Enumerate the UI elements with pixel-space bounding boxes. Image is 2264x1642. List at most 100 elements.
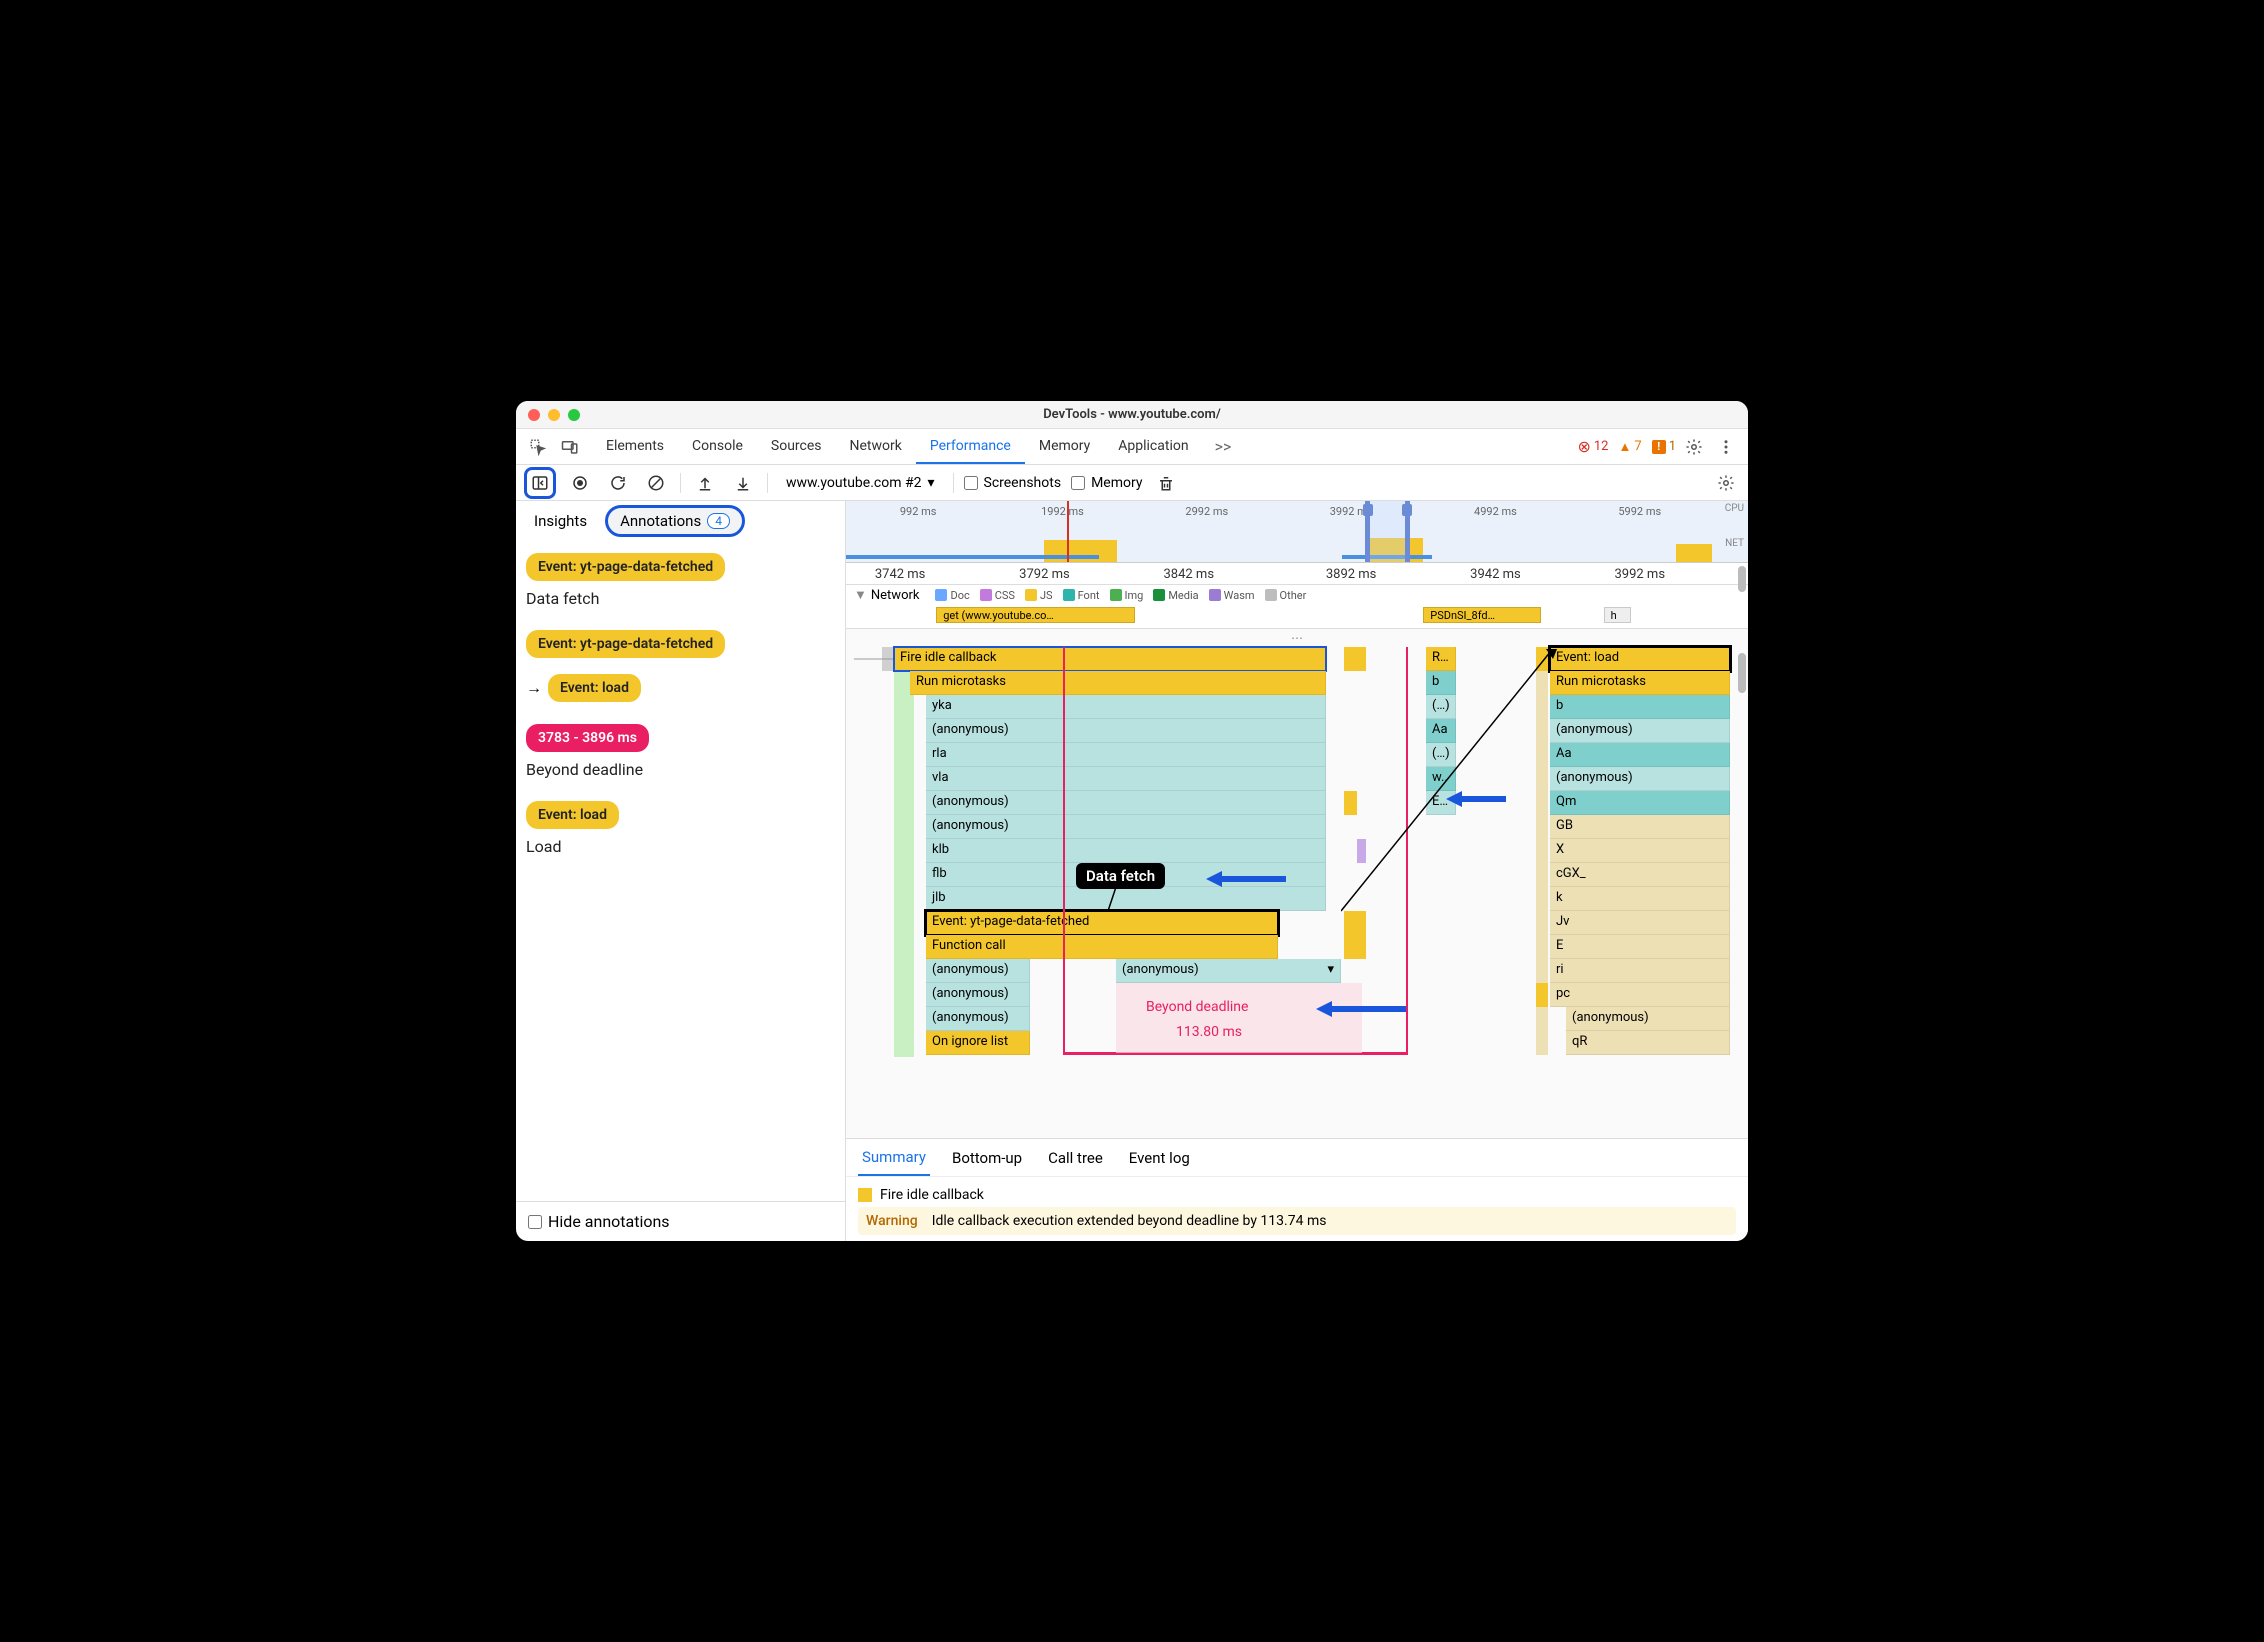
- maximize-button[interactable]: [568, 409, 580, 421]
- inspect-icon[interactable]: [524, 433, 552, 461]
- details-tab-summary[interactable]: Summary: [858, 1140, 930, 1176]
- chevron-down-icon[interactable]: ▾: [1327, 962, 1334, 977]
- flame-cell[interactable]: On ignore list: [926, 1031, 1030, 1055]
- legend-swatch: [1110, 589, 1122, 601]
- panel-tabs: ElementsConsoleSourcesNetworkPerformance…: [592, 430, 1203, 464]
- details-tab-bottom-up[interactable]: Bottom-up: [948, 1141, 1026, 1175]
- chevron-down-icon: ▾: [927, 475, 934, 491]
- errors-chip[interactable]: 12: [1577, 437, 1608, 456]
- clear-button[interactable]: [642, 469, 670, 497]
- legend-item: Wasm: [1209, 589, 1255, 602]
- flame-cell[interactable]: Event: load: [1550, 647, 1730, 671]
- annotation-item[interactable]: Event: yt-page-data-fetchedData fetch: [526, 553, 835, 608]
- details-tab-call-tree[interactable]: Call tree: [1044, 1141, 1107, 1175]
- info-chip[interactable]: !1: [1652, 439, 1676, 454]
- flame-cell[interactable]: (anonymous): [1550, 719, 1730, 743]
- overview-minimap[interactable]: 992 ms1992 ms2992 ms3992 ms4992 ms5992 m…: [846, 501, 1748, 563]
- network-bar[interactable]: PSDnSI_8fd…: [1423, 607, 1540, 623]
- flame-scrollbar[interactable]: [1738, 653, 1746, 693]
- flame-cell[interactable]: b: [1550, 695, 1730, 719]
- gc-button[interactable]: [1152, 469, 1180, 497]
- upload-button[interactable]: [691, 469, 719, 497]
- capture-settings-icon[interactable]: [1712, 469, 1740, 497]
- details-tab-event-log[interactable]: Event log: [1125, 1141, 1194, 1175]
- tab-network[interactable]: Network: [836, 430, 916, 464]
- flame-cell[interactable]: qR: [1566, 1031, 1730, 1055]
- flame-cell[interactable]: ri: [1550, 959, 1730, 983]
- time-ruler[interactable]: 3742 ms3792 ms3842 ms3892 ms3942 ms3992 …: [846, 563, 1748, 585]
- device-toolbar-icon[interactable]: [556, 433, 584, 461]
- more-tabs-button[interactable]: >>: [1207, 437, 1240, 456]
- performance-toolbar: www.youtube.com #2 ▾ Screenshots Memory: [516, 465, 1748, 501]
- flame-cell[interactable]: Jv: [1550, 911, 1730, 935]
- minimize-button[interactable]: [548, 409, 560, 421]
- flame-chart[interactable]: ⋯ Fire idle callbackRun microtasksyka(an…: [846, 629, 1748, 1138]
- annotation-item[interactable]: Event: yt-page-data-fetched→Event: load: [526, 630, 835, 702]
- overview-selection[interactable]: [1365, 501, 1410, 562]
- flame-cell[interactable]: (anonymous): [1550, 767, 1730, 791]
- tab-memory[interactable]: Memory: [1025, 430, 1104, 464]
- tab-performance[interactable]: Performance: [916, 430, 1025, 464]
- ruler-tick: 3742 ms: [875, 567, 926, 582]
- tab-sources[interactable]: Sources: [757, 430, 836, 464]
- cpu-label: CPU: [1725, 503, 1744, 514]
- screenshots-checkbox[interactable]: Screenshots: [964, 475, 1062, 491]
- tab-insights[interactable]: Insights: [524, 506, 597, 536]
- flame-cell[interactable]: Run microtasks: [910, 671, 1326, 695]
- flame-cell[interactable]: klb: [926, 839, 1326, 863]
- flame-cell[interactable]: (anonymous): [926, 1007, 1030, 1031]
- annotation-pill: Event: load: [548, 674, 641, 702]
- network-bar[interactable]: h: [1604, 607, 1631, 623]
- recording-target-dropdown[interactable]: www.youtube.com #2 ▾: [778, 472, 943, 494]
- devtools-window: DevTools - www.youtube.com/ ElementsCons…: [516, 401, 1748, 1241]
- flame-cell[interactable]: (anonymous): [926, 719, 1326, 743]
- flame-cell[interactable]: pc: [1550, 983, 1730, 1007]
- flame-cell[interactable]: Aa: [1550, 743, 1730, 767]
- legend-item: Doc: [935, 589, 969, 602]
- flame-cell[interactable]: vla: [926, 767, 1326, 791]
- flame-cell[interactable]: (anonymous): [926, 959, 1030, 983]
- warnings-chip[interactable]: 7: [1619, 439, 1642, 455]
- overview-tick: 4992 ms: [1474, 505, 1517, 518]
- annotation-item[interactable]: Event: loadLoad: [526, 801, 835, 856]
- memory-checkbox[interactable]: Memory: [1071, 475, 1142, 491]
- hide-annotations-checkbox[interactable]: Hide annotations: [528, 1212, 833, 1231]
- tab-elements[interactable]: Elements: [592, 430, 678, 464]
- network-track[interactable]: ▼ Network DocCSSJSFontImgMediaWasmOther …: [846, 585, 1748, 629]
- annotation-item[interactable]: 3783 - 3896 msBeyond deadline: [526, 724, 835, 779]
- annotations-count-badge: 4: [707, 513, 730, 529]
- tab-annotations[interactable]: Annotations 4: [605, 505, 745, 537]
- tab-application[interactable]: Application: [1104, 430, 1202, 464]
- flame-cell[interactable]: rla: [926, 743, 1326, 767]
- flame-cell[interactable]: Function call: [926, 935, 1278, 959]
- network-bar[interactable]: get (www.youtube.co…: [936, 607, 1134, 623]
- tab-console[interactable]: Console: [678, 430, 757, 464]
- flame-cell[interactable]: (anonymous): [926, 983, 1030, 1007]
- flame-cell[interactable]: GB: [1550, 815, 1730, 839]
- annotation-pill: 3783 - 3896 ms: [526, 724, 649, 752]
- settings-icon[interactable]: [1680, 433, 1708, 461]
- flame-cell[interactable]: Fire idle callback: [894, 647, 1326, 671]
- reload-button[interactable]: [604, 469, 632, 497]
- toggle-sidebar-button[interactable]: [529, 472, 551, 494]
- flame-cell[interactable]: Event: yt-page-data-fetched: [926, 911, 1278, 935]
- chevron-down-icon[interactable]: ▼: [854, 587, 867, 603]
- flame-cell[interactable]: k: [1550, 887, 1730, 911]
- flame-cell[interactable]: (anonymous): [926, 815, 1326, 839]
- flame-cell[interactable]: yka: [926, 695, 1326, 719]
- flame-cell[interactable]: (anonymous): [926, 791, 1326, 815]
- flame-cell[interactable]: E: [1550, 935, 1730, 959]
- download-button[interactable]: [729, 469, 757, 497]
- sidebar-toggle-highlighted: [524, 467, 556, 499]
- legend-item: Img: [1110, 589, 1144, 602]
- record-button[interactable]: [566, 469, 594, 497]
- flame-cell[interactable]: (anonymous) ▾: [1116, 959, 1341, 983]
- flame-cell[interactable]: Run microtasks: [1550, 671, 1730, 695]
- kebab-menu-icon[interactable]: [1712, 433, 1740, 461]
- close-button[interactable]: [528, 409, 540, 421]
- flame-cell[interactable]: (anonymous): [1566, 1007, 1730, 1031]
- flame-cell[interactable]: cGX_: [1550, 863, 1730, 887]
- collapsed-rows-indicator: ⋯: [846, 629, 1748, 647]
- flame-cell[interactable]: Qm: [1550, 791, 1730, 815]
- flame-cell[interactable]: X: [1550, 839, 1730, 863]
